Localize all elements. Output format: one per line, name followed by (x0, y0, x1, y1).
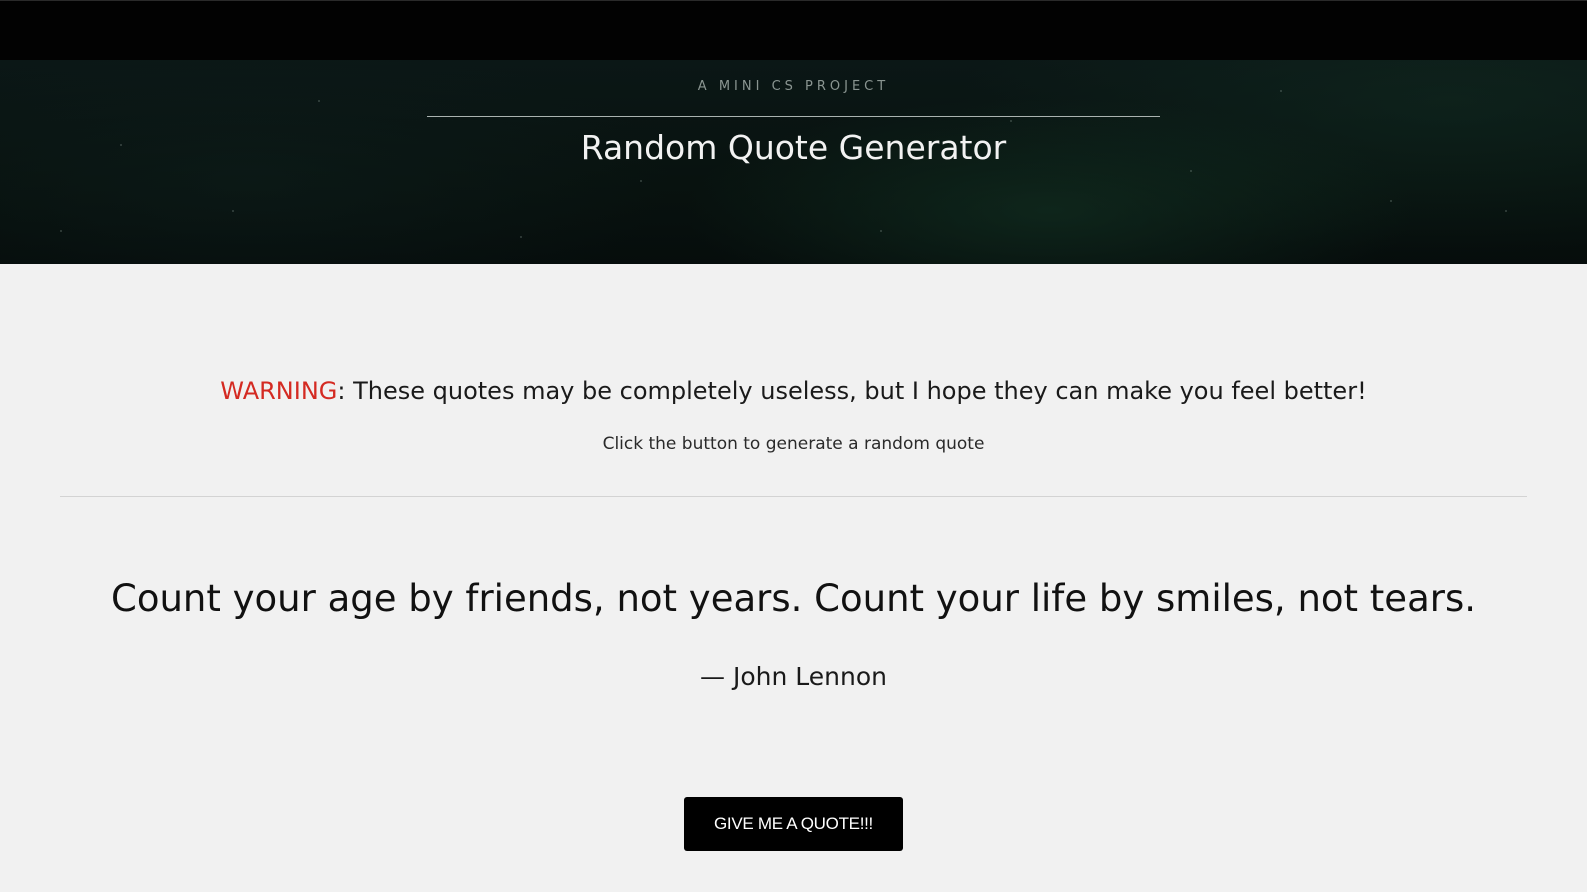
star-decoration (520, 236, 522, 238)
hero-banner: A MINI CS PROJECT Random Quote Generator (0, 60, 1587, 264)
star-decoration (1505, 210, 1507, 212)
star-decoration (1010, 120, 1012, 122)
star-decoration (640, 180, 642, 182)
star-decoration (60, 230, 62, 232)
project-kicker: A MINI CS PROJECT (697, 79, 890, 94)
generate-quote-button[interactable]: GIVE ME A QUOTE!!! (684, 797, 903, 851)
star-decoration (880, 230, 882, 232)
top-bar (0, 0, 1587, 60)
star-decoration (232, 210, 234, 212)
hero-divider (427, 116, 1160, 117)
star-decoration (1190, 170, 1192, 172)
star-decoration (318, 100, 320, 102)
quote-author: — John Lennon (700, 662, 887, 691)
section-divider (60, 496, 1527, 497)
warning-text: : These quotes may be completely useless… (337, 377, 1367, 405)
warning-message: WARNING: These quotes may be completely … (0, 377, 1587, 405)
star-decoration (1390, 200, 1392, 202)
warning-label: WARNING (220, 377, 338, 405)
instruction-text: Click the button to generate a random qu… (602, 434, 985, 454)
quote-text: Count your age by friends, not years. Co… (111, 577, 1476, 620)
page-title: Random Quote Generator (580, 128, 1007, 167)
